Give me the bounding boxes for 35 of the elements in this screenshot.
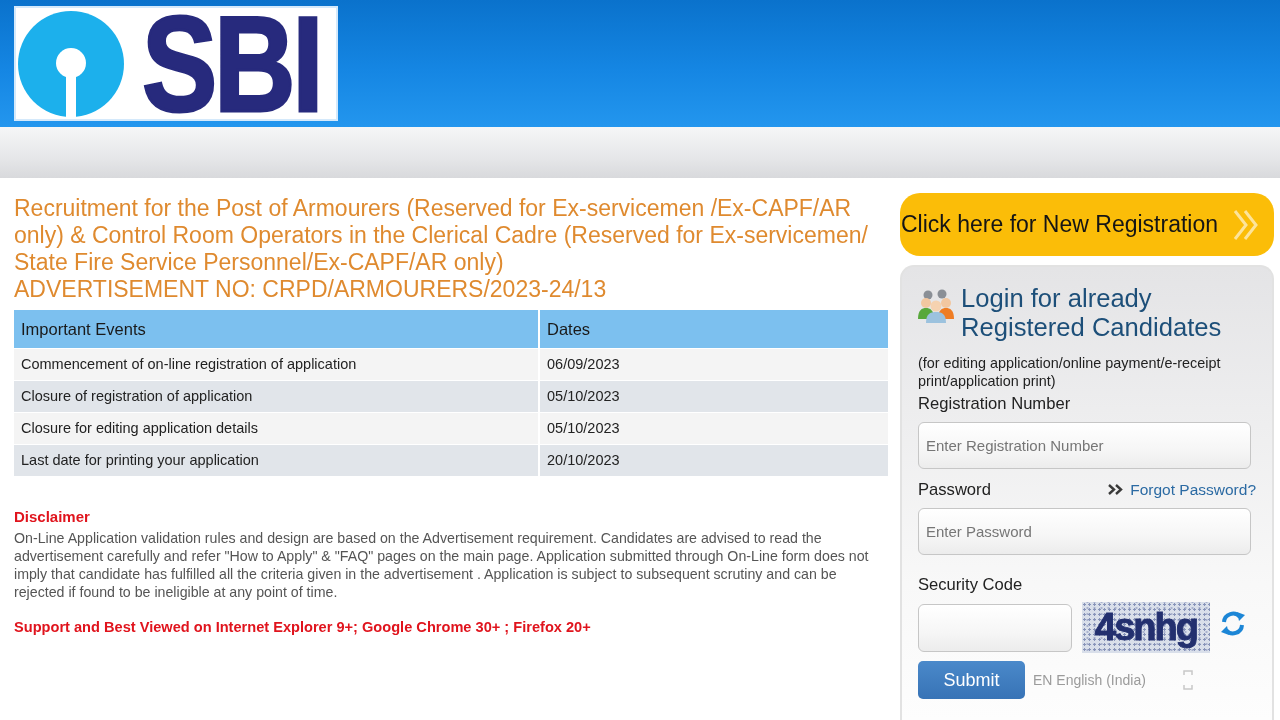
field-label: Password bbox=[918, 479, 991, 500]
table-header-cell: Dates bbox=[538, 310, 888, 348]
advertisement-number: ADVERTISEMENT NO: CRPD/ARMOURERS/2023-24/13 bbox=[14, 276, 608, 303]
disclaimer-text: On-Line Application validation rules and design are based on the Advertisement requirement. Candidates are advised to read the advertisement carefully and refer "How to Apply" & "FAQ" pages on the main page. Application submitted through On-Line form does not imply that candidate has fulfilled all the criteria given in the advertisement . Application is subject to subsequent scrutiny and can be rejected if found to be ineligible at any point of time. bbox=[14, 529, 870, 601]
disclaimer-heading: Disclaimer bbox=[14, 508, 91, 526]
table-header-cell: Important Events bbox=[14, 310, 538, 348]
table-cell: 06/09/2023 bbox=[538, 348, 888, 380]
field-label: Registration Number bbox=[918, 394, 1072, 414]
login-title: Login for already Registered Candidates bbox=[961, 284, 1223, 342]
language-indicator: EN English (India) bbox=[1033, 670, 1146, 690]
logo-text: SBI bbox=[142, 11, 321, 116]
table-cell: Closure for editing application details bbox=[14, 412, 538, 444]
user-group-icon bbox=[918, 289, 954, 323]
submit-button[interactable]: Submit bbox=[918, 661, 1025, 700]
login-note: (for editing application/online payment/e-receipt print/application print) bbox=[918, 354, 1222, 390]
field-label: Security Code bbox=[918, 575, 1024, 596]
captcha-image: 4snhg bbox=[1082, 602, 1210, 654]
double-chevron-icon bbox=[1232, 208, 1260, 241]
keyhole-logo-icon bbox=[18, 10, 124, 117]
forgot-password-link[interactable]: Forgot Password? bbox=[1108, 478, 1256, 502]
bracket-icon bbox=[1181, 669, 1194, 692]
registration-number-field[interactable]: Enter Registration Number bbox=[918, 422, 1251, 469]
browser-support-note: Support and Best Viewed on Internet Explorer 9+; Google Chrome 30+ ; Firefox 20+ bbox=[14, 618, 592, 637]
table-cell: 20/10/2023 bbox=[538, 444, 888, 476]
table-cell: 05/10/2023 bbox=[538, 380, 888, 412]
page-title: Recruitment for the Post of Armourers (Reserved for Ex-servicemen /Ex-CAPF/AR only) & Control Room Operators in the Clerical Cadre (Reserved for Ex-servicemen/ State Fire Service Personnel/Ex-CAPF/AR only) bbox=[14, 195, 869, 276]
security-code-field[interactable] bbox=[918, 603, 1072, 652]
table-cell: 05/10/2023 bbox=[538, 412, 888, 444]
new-registration-button[interactable]: Click here for New Registration bbox=[900, 193, 1274, 256]
table-cell: Commencement of on-line registration of application bbox=[14, 348, 538, 380]
refresh-icon[interactable] bbox=[1220, 611, 1246, 637]
table-cell: Last date for printing your application bbox=[14, 444, 538, 476]
password-field[interactable]: Enter Password bbox=[918, 508, 1251, 556]
table-cell: Closure of registration of application bbox=[14, 380, 538, 412]
double-chevron-icon bbox=[1108, 484, 1125, 496]
